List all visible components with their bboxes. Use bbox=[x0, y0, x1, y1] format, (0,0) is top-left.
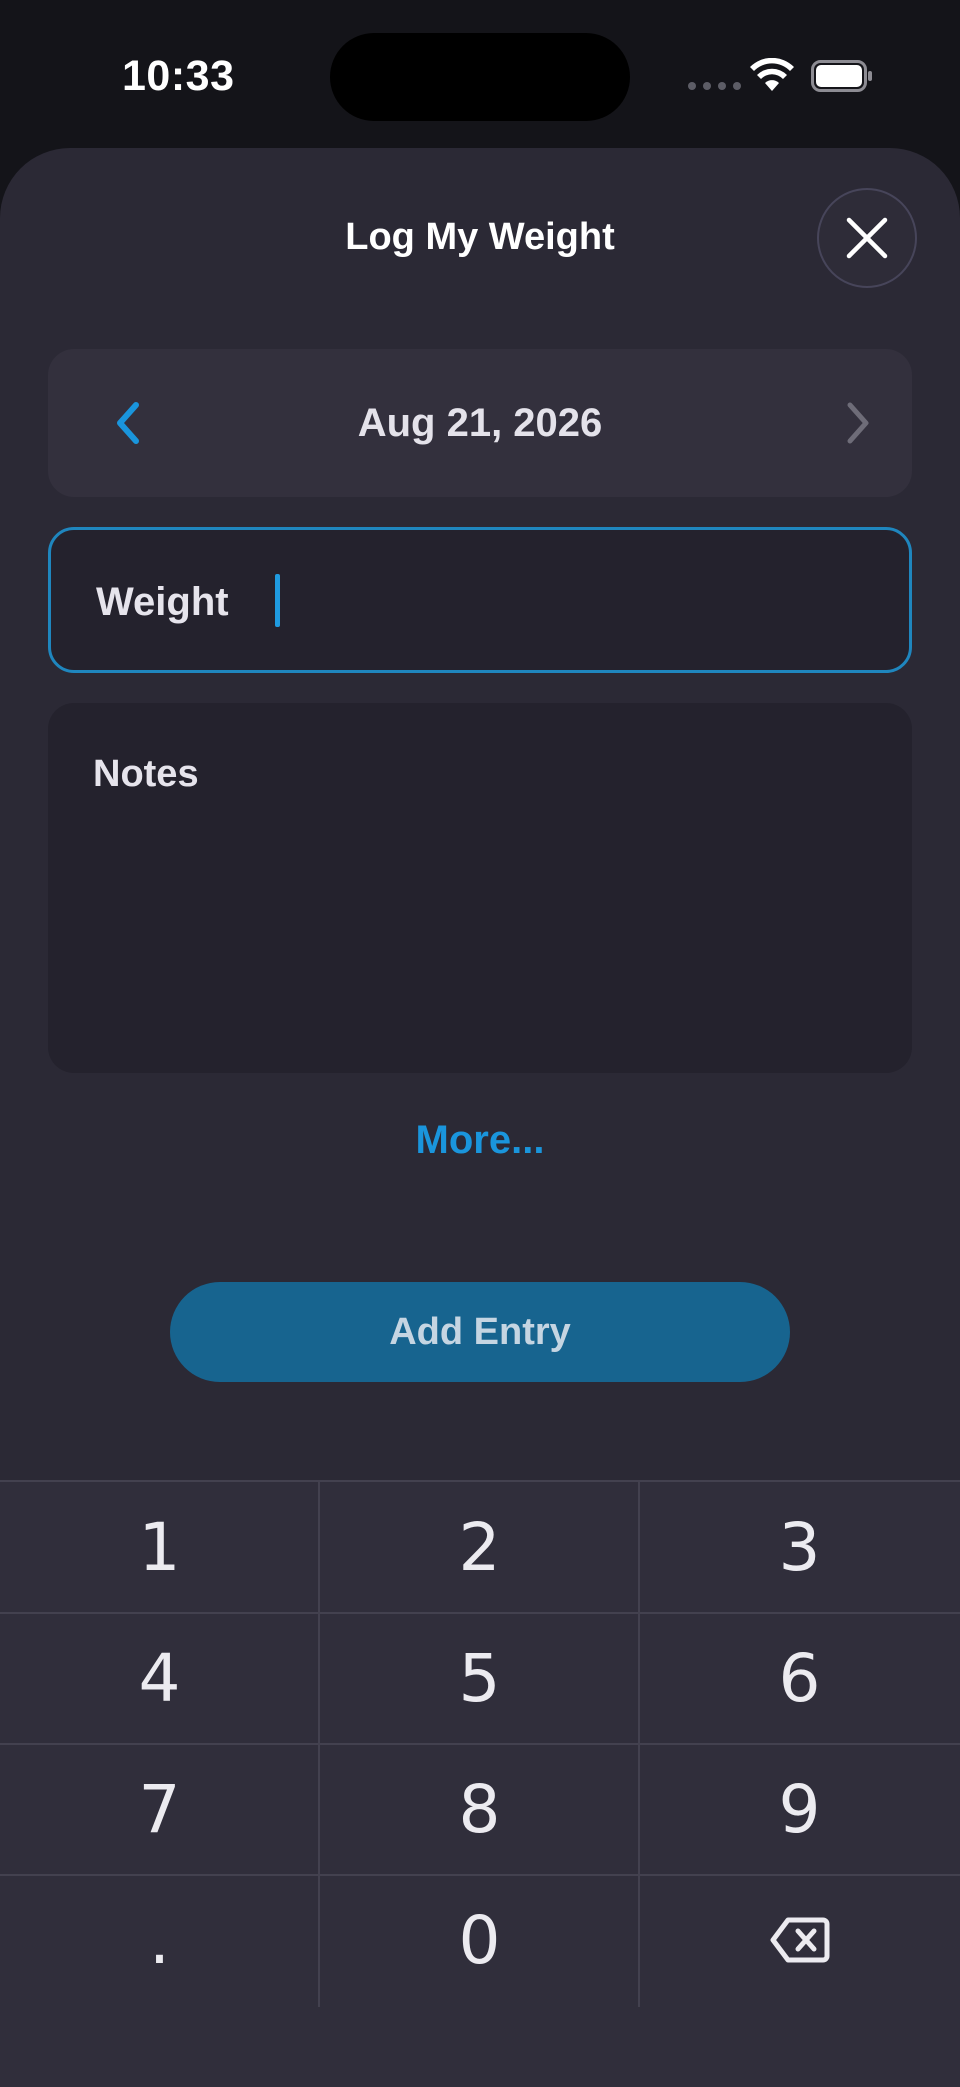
backspace-icon bbox=[770, 1917, 829, 1963]
key-2[interactable]: 2 bbox=[320, 1482, 639, 1612]
chevron-right-icon bbox=[847, 402, 869, 444]
key-7[interactable]: 7 bbox=[0, 1744, 319, 1874]
key-6[interactable]: 6 bbox=[640, 1613, 959, 1743]
key-1[interactable]: 1 bbox=[0, 1482, 319, 1612]
key-5[interactable]: 5 bbox=[320, 1613, 639, 1743]
date-selector: Aug 21, 2026 bbox=[48, 349, 912, 497]
add-entry-button[interactable]: Add Entry bbox=[170, 1282, 790, 1382]
numeric-keypad: 1 2 3 4 5 6 7 8 9 . 0 bbox=[0, 1480, 960, 2087]
key-decimal[interactable]: . bbox=[0, 1875, 319, 2005]
next-date-button[interactable] bbox=[828, 393, 888, 453]
close-button[interactable] bbox=[817, 188, 917, 288]
log-weight-sheet: Log My Weight Aug 21, 2026 Weight Notes … bbox=[0, 148, 960, 2087]
dynamic-island bbox=[330, 33, 630, 121]
add-entry-label: Add Entry bbox=[389, 1310, 571, 1353]
more-link[interactable]: More... bbox=[0, 1118, 960, 1163]
weight-label: Weight bbox=[96, 580, 229, 624]
wifi-icon bbox=[750, 58, 794, 91]
notes-field[interactable]: Notes bbox=[48, 703, 912, 1073]
key-9[interactable]: 9 bbox=[640, 1744, 959, 1874]
close-icon bbox=[846, 217, 888, 259]
status-bar: 10:33 bbox=[0, 0, 960, 150]
weight-field[interactable]: Weight bbox=[48, 527, 912, 673]
sheet-title: Log My Weight bbox=[345, 216, 615, 258]
signal-dots-icon bbox=[688, 82, 741, 90]
key-3[interactable]: 3 bbox=[640, 1482, 959, 1612]
key-0[interactable]: 0 bbox=[320, 1875, 639, 2005]
key-4[interactable]: 4 bbox=[0, 1613, 319, 1743]
notes-label: Notes bbox=[93, 753, 199, 795]
battery-icon bbox=[811, 60, 872, 92]
backspace-key[interactable] bbox=[640, 1875, 959, 2005]
status-time: 10:33 bbox=[122, 52, 235, 100]
selected-date[interactable]: Aug 21, 2026 bbox=[48, 401, 912, 446]
key-8[interactable]: 8 bbox=[320, 1744, 639, 1874]
weight-input[interactable] bbox=[261, 570, 873, 630]
